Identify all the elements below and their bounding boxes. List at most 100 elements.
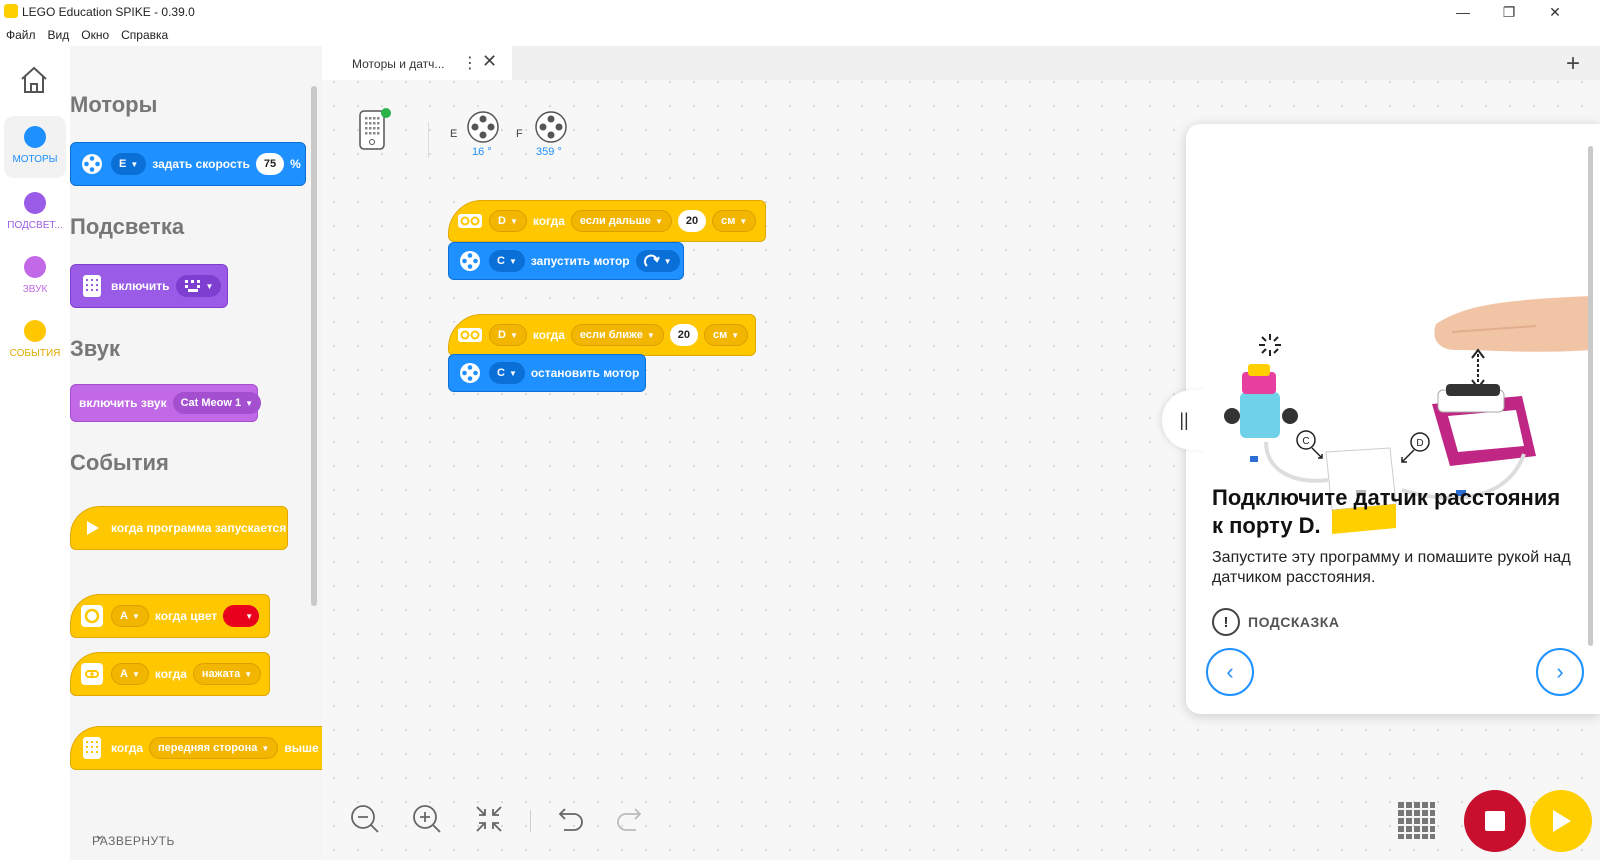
force-sensor-icon xyxy=(79,661,105,687)
palette-play-sound-block[interactable]: включить звук Cat Meow 1 ▼ xyxy=(70,384,262,422)
hub-icon xyxy=(79,735,105,761)
zoom-out-icon[interactable] xyxy=(348,802,382,836)
port-dropdown[interactable]: D ▼ xyxy=(489,210,527,232)
palette-light-on-block[interactable]: включить ▼ xyxy=(70,264,228,308)
expand-button[interactable]: РАЗВЕРНУТЬ xyxy=(92,834,175,848)
category-sound[interactable]: ЗВУК xyxy=(4,246,66,308)
lesson-scrollbar[interactable] xyxy=(1588,146,1593,646)
stop-icon xyxy=(1485,811,1505,831)
palette-heading-light: Подсветка xyxy=(70,214,185,239)
port-dropdown[interactable]: C ▼ xyxy=(489,250,525,272)
motor-icon xyxy=(79,151,105,177)
play-icon xyxy=(1553,810,1571,832)
category-label: МОТОРЫ xyxy=(12,154,58,165)
home-icon[interactable] xyxy=(16,62,52,98)
distance-input[interactable]: 20 xyxy=(677,210,707,232)
next-step-button[interactable]: › xyxy=(1536,648,1584,696)
zoom-reset-icon[interactable] xyxy=(472,802,506,836)
minimize-button[interactable]: — xyxy=(1440,0,1486,24)
color-sensor-icon xyxy=(79,603,105,629)
block-label-tail: выше xyxy=(284,741,319,755)
run-button[interactable] xyxy=(1530,790,1592,852)
port-letter-f: F xyxy=(516,128,523,140)
undo-icon[interactable] xyxy=(552,802,586,836)
block-label: когда xyxy=(111,741,144,755)
motor-f-icon[interactable] xyxy=(534,110,568,144)
category-label: ЗВУК xyxy=(22,284,48,295)
palette-when-color-block[interactable]: A ▼ когда цвет ▼ xyxy=(70,594,270,638)
when-distance-farther-block[interactable]: D ▼ когда если дальше ▼ 20 см ▼ xyxy=(448,200,766,242)
category-light[interactable]: ПОДСВЕТ... xyxy=(4,182,66,244)
hint-button[interactable]: ! ПОДСКАЗКА xyxy=(1212,608,1339,636)
port-letter-e: E xyxy=(450,128,458,140)
light-matrix-icon xyxy=(79,273,105,299)
app-logo-icon xyxy=(4,4,18,18)
palette-when-program-starts-block[interactable]: когда программа запускается xyxy=(70,506,288,550)
zoom-in-icon[interactable] xyxy=(410,802,444,836)
palette-when-force-block[interactable]: A ▼ когда нажата ▼ xyxy=(70,652,270,696)
port-d-label: D xyxy=(1416,438,1423,449)
menu-file[interactable]: Файл xyxy=(0,24,42,46)
motor-icon xyxy=(457,248,483,274)
block-label: задать скорость xyxy=(152,157,250,171)
stop-button[interactable] xyxy=(1464,790,1526,852)
condition-dropdown[interactable]: если дальше ▼ xyxy=(570,210,672,232)
port-dropdown[interactable]: E ▼ xyxy=(111,153,147,175)
category-motors[interactable]: МОТОРЫ xyxy=(4,116,66,178)
orientation-dropdown[interactable]: передняя сторона ▼ xyxy=(149,737,279,759)
tab-motors-sensors[interactable]: Моторы и датч... ⋮ ✕ xyxy=(322,46,512,80)
title-bar: LEGO Education SPIKE - 0.39.0 — ❐ ✕ xyxy=(0,0,1600,24)
maximize-button[interactable]: ❐ xyxy=(1486,0,1532,24)
lesson-text: Запустите эту программу и помашите рукой… xyxy=(1212,549,1571,586)
port-dropdown[interactable]: A ▼ xyxy=(111,605,149,627)
condition-dropdown[interactable]: если ближе ▼ xyxy=(570,324,664,346)
palette-scrollbar[interactable] xyxy=(311,86,317,606)
port-dropdown[interactable]: A ▼ xyxy=(111,663,149,685)
redo-icon[interactable] xyxy=(614,802,648,836)
light-matrix-icon[interactable] xyxy=(1396,800,1436,840)
palette-heading-events: События xyxy=(70,450,169,475)
lesson-title: Подключите датчик расстояния к порту D. xyxy=(1212,485,1561,538)
menu-view[interactable]: Вид xyxy=(42,24,76,46)
hint-label: ПОДСКАЗКА xyxy=(1248,614,1340,630)
close-window-button[interactable]: ✕ xyxy=(1532,0,1578,24)
category-label: СОБЫТИЯ xyxy=(9,348,61,359)
block-label: когда программа запускается xyxy=(111,521,287,535)
play-flag-icon xyxy=(79,515,105,541)
when-distance-closer-block[interactable]: D ▼ когда если ближе ▼ 20 см ▼ xyxy=(448,314,756,356)
light-dot-icon xyxy=(24,192,46,214)
color-dropdown[interactable]: ▼ xyxy=(223,605,260,627)
menu-help[interactable]: Справка xyxy=(115,24,174,46)
start-motor-block[interactable]: C ▼ запустить мотор ▼ xyxy=(448,242,684,280)
block-label: когда xyxy=(154,667,187,681)
exclamation-icon: ! xyxy=(1212,608,1240,636)
menu-window[interactable]: Окно xyxy=(75,24,115,46)
block-label: включить xyxy=(111,279,170,293)
distance-sensor-icon xyxy=(457,322,483,348)
motor-e-icon[interactable] xyxy=(466,110,500,144)
tab-label: Моторы и датч... xyxy=(352,57,445,71)
light-pattern-dropdown[interactable]: ▼ xyxy=(175,275,222,297)
add-tab-button[interactable]: + xyxy=(1566,50,1580,78)
direction-dropdown[interactable]: ▼ xyxy=(635,250,680,272)
close-tab-icon[interactable]: ✕ xyxy=(482,51,497,72)
unit-dropdown[interactable]: см ▼ xyxy=(704,324,749,346)
speed-input[interactable]: 75 xyxy=(255,153,285,175)
distance-input[interactable]: 20 xyxy=(669,324,699,346)
sound-dropdown[interactable]: Cat Meow 1 ▼ xyxy=(172,392,262,414)
more-icon[interactable]: ⋮ xyxy=(462,53,478,73)
force-state-dropdown[interactable]: нажата ▼ xyxy=(192,663,262,685)
palette-motor-speed-block[interactable]: E ▼ задать скорость 75 % xyxy=(70,142,306,186)
port-dropdown[interactable]: C ▼ xyxy=(489,362,525,384)
tab-bar: Моторы и датч... ⋮ ✕ xyxy=(322,46,1600,80)
stop-motor-block[interactable]: C ▼ остановить мотор xyxy=(448,354,646,392)
port-dropdown[interactable]: D ▼ xyxy=(489,324,527,346)
palette-heading-motors: Моторы xyxy=(70,92,158,117)
palette-heading-sound: Звук xyxy=(70,336,121,361)
previous-step-button[interactable]: ‹ xyxy=(1206,648,1254,696)
toolbar-separator xyxy=(530,810,531,832)
palette-when-tilt-block[interactable]: когда передняя сторона ▼ выше xyxy=(70,726,322,770)
category-nav: МОТОРЫ ПОДСВЕТ... ЗВУК СОБЫТИЯ xyxy=(0,46,70,860)
unit-dropdown[interactable]: см ▼ xyxy=(712,210,757,232)
category-events[interactable]: СОБЫТИЯ xyxy=(4,310,66,372)
